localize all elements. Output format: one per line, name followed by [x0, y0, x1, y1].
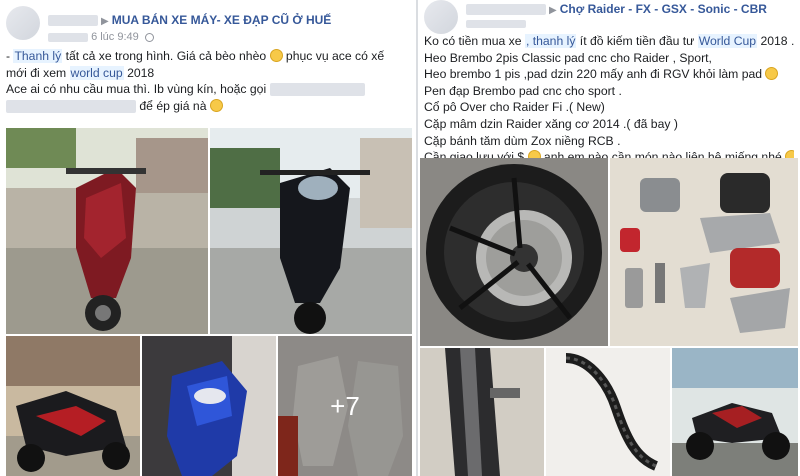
text-line: Heo brembo 1 pis ,pad dzin 220 mấy anh đ…	[424, 66, 794, 83]
photo-exhaust[interactable]	[420, 348, 544, 476]
text-segment: 2018 .	[757, 34, 794, 48]
photo-red-scooter[interactable]	[6, 128, 208, 334]
text-line: Ace ai có nhu cầu mua thì. Ib vùng kín, …	[6, 81, 410, 98]
photo-motorbike[interactable]	[672, 348, 798, 476]
hashtag-link[interactable]: world cup	[69, 65, 124, 80]
photo-more-scooters[interactable]: +7	[278, 336, 412, 476]
text-segment: Cặp bánh tăm dùm Zox niềng RCB .	[424, 133, 621, 148]
photo-blue-scooter[interactable]	[142, 336, 276, 476]
avatar[interactable]	[6, 6, 40, 40]
post-meta	[466, 18, 526, 30]
text-segment: Ko có tiền mua xe	[424, 34, 525, 48]
redacted-author-name[interactable]	[48, 15, 98, 27]
text-segment: Ace ai có nhu cầu mua thì. Ib vùng kín, …	[6, 82, 270, 96]
photo-sport-bike[interactable]	[6, 336, 140, 476]
text-line: Ko có tiền mua xe , thanh lý ít đồ kiếm …	[424, 33, 794, 50]
post-header: ▶ MUA BÁN XE MÁY- XE ĐẠP CŨ Ở HUẾ 6 lúc 9…	[6, 4, 410, 44]
text-line: Pen đạp Brembo pad cnc cho sport .	[424, 83, 794, 100]
avatar[interactable]	[424, 0, 458, 34]
text-segment: Heo brembo 1 pis ,pad dzin 220 mấy anh đ…	[424, 67, 766, 82]
redacted-timestamp	[466, 20, 526, 29]
hashtag-link[interactable]: World Cup	[697, 34, 758, 48]
author-row: ▶ Chợ Raider - FX - GSX - Sonic - CBR	[466, 2, 767, 16]
photo-black-scooter[interactable]	[210, 128, 412, 334]
text-line: Cặp mâm dzin Raider xăng cơ 2014 .( đã b…	[424, 116, 794, 133]
post-left: ▶ MUA BÁN XE MÁY- XE ĐẠP CŨ Ở HUẾ 6 lúc 9…	[0, 0, 416, 476]
redacted-phone	[269, 83, 365, 97]
hashtag-link[interactable]: Thanh lý	[13, 49, 63, 63]
post-right: ▶ Chợ Raider - FX - GSX - Sonic - CBR Ko …	[418, 0, 800, 476]
more-photos-count: +7	[330, 390, 360, 421]
text-segment: để ép giá nà	[139, 98, 207, 113]
text-segment: Cặp mâm dzin Raider xăng cơ 2014 .( đã b…	[424, 116, 678, 131]
redacted-date	[48, 32, 88, 42]
timestamp[interactable]: 6 lúc 9:49	[91, 31, 139, 43]
text-segment: mới đi xem	[6, 65, 70, 80]
post-meta: 6 lúc 9:49	[48, 31, 154, 43]
text-line: Heo Brembo 2pis Classic pad cnc cho Raid…	[424, 50, 794, 67]
text-line: Cổ pô Over cho Raider Fi .( New)	[424, 99, 794, 116]
text-line: mới đi xem world cup 2018	[6, 65, 410, 82]
redacted-phone	[6, 99, 136, 113]
redacted-author-name[interactable]	[466, 4, 546, 16]
photo-brake-parts[interactable]	[610, 158, 798, 346]
grin-emoji-icon	[269, 49, 283, 62]
laugh-emoji-icon	[765, 67, 779, 81]
post-text: Ko có tiền mua xe , thanh lý ít đồ kiếm …	[424, 33, 794, 166]
author-row: ▶ MUA BÁN XE MÁY- XE ĐẠP CŨ Ở HUẾ	[48, 13, 331, 27]
text-segment: ít đồ kiếm tiền đầu tư	[576, 34, 698, 48]
text-line: để ép giá nà	[6, 98, 410, 115]
text-segment: tất cả xe trong hình. Giá cả bèo nhèo	[62, 49, 270, 63]
text-segment: 2018	[123, 65, 155, 80]
laugh-emoji-icon	[209, 98, 223, 112]
text-line: - Thanh lý tất cả xe trong hình. Giá cả …	[6, 48, 410, 65]
photo-wheel[interactable]	[420, 158, 608, 346]
arrow-right-icon: ▶	[101, 16, 109, 27]
more-photos-overlay[interactable]: +7	[278, 336, 412, 476]
text-segment: Cổ pô Over cho Raider Fi .( New)	[424, 100, 605, 115]
post-text: - Thanh lý tất cả xe trong hình. Giá cả …	[6, 48, 410, 114]
group-name[interactable]: MUA BÁN XE MÁY- XE ĐẠP CŨ Ở HUẾ	[112, 13, 332, 27]
arrow-right-icon: ▶	[549, 5, 557, 16]
text-segment: Pen đạp Brembo pad cnc cho sport .	[424, 83, 622, 98]
text-segment: Heo Brembo 2pis Classic pad cnc cho Raid…	[424, 50, 712, 65]
globe-icon	[144, 32, 154, 42]
text-line: Cặp bánh tăm dùm Zox niềng RCB .	[424, 133, 794, 150]
text-segment: phục vụ ace có xế	[282, 49, 385, 63]
photo-header-pipe[interactable]	[546, 348, 670, 476]
group-name[interactable]: Chợ Raider - FX - GSX - Sonic - CBR	[560, 2, 767, 16]
hashtag-link[interactable]: , thanh lý	[524, 34, 577, 48]
